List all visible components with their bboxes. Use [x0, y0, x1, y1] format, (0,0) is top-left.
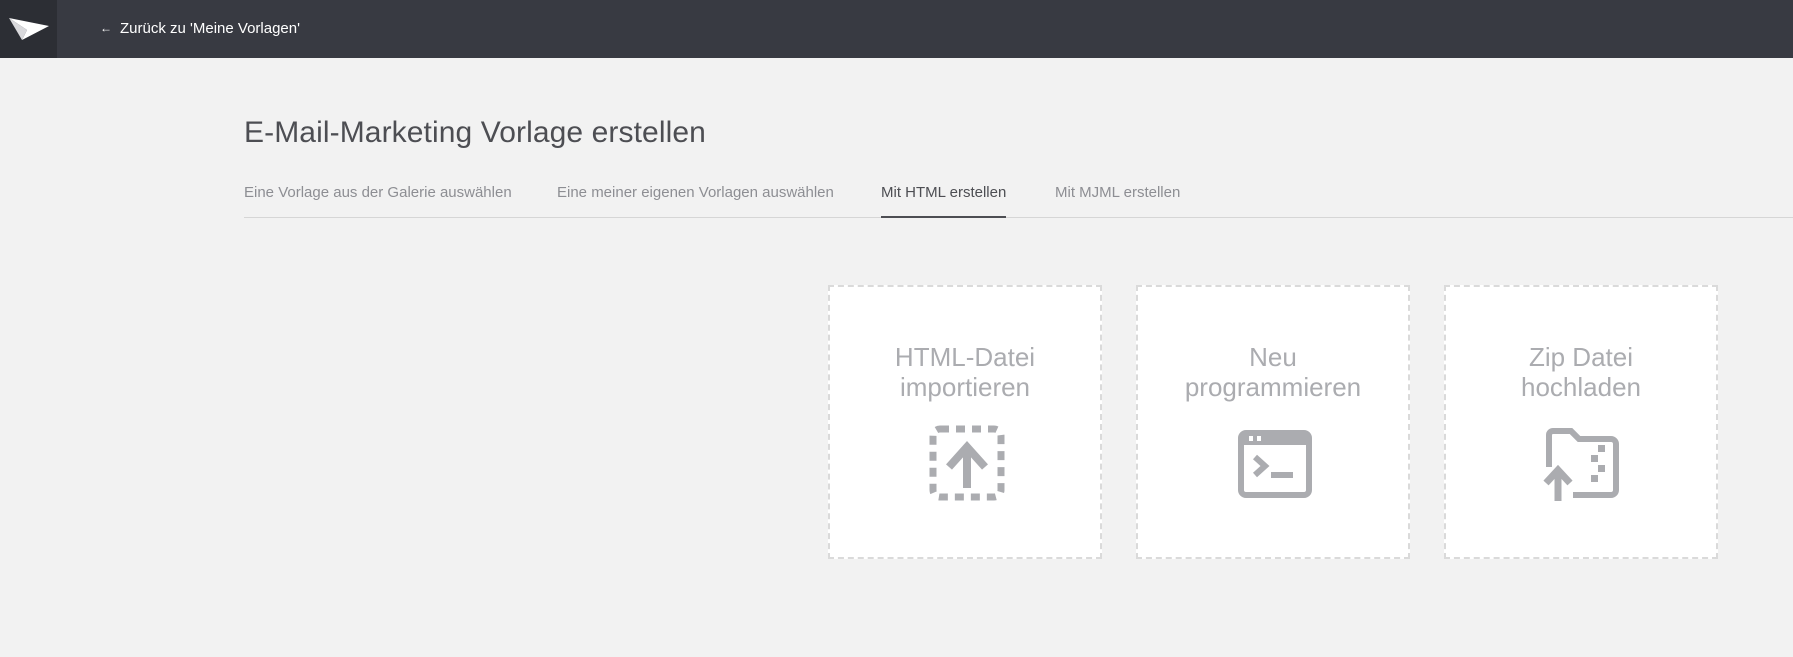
tab-bar: Eine Vorlage aus der Galerie auswählen E… — [244, 178, 1793, 218]
arrow-left-icon: ← — [100, 21, 112, 35]
back-link-label: Zurück zu 'Meine Vorlagen' — [120, 19, 300, 37]
tab-own-template[interactable]: Eine meiner eigenen Vorlagen auswählen — [557, 184, 834, 218]
tab-create-html[interactable]: Mit HTML erstellen — [881, 184, 1007, 218]
logo[interactable] — [0, 0, 57, 58]
top-bar: ← Zurück zu 'Meine Vorlagen' — [0, 0, 1793, 58]
page-title: E-Mail-Marketing Vorlage erstellen — [244, 116, 706, 149]
upload-zip-file-card[interactable]: Zip Datei hochladen — [1444, 285, 1718, 559]
card-label: HTML-Datei importieren — [894, 342, 1036, 402]
folder-zip-upload-icon — [1543, 428, 1619, 501]
card-label: Neu programmieren — [1184, 342, 1362, 402]
terminal-window-icon — [1238, 430, 1312, 498]
paper-plane-icon — [8, 18, 49, 40]
tab-create-mjml[interactable]: Mit MJML erstellen — [1055, 184, 1180, 218]
back-to-templates-link[interactable]: ← Zurück zu 'Meine Vorlagen' — [100, 17, 300, 39]
tab-gallery-template[interactable]: Eine Vorlage aus der Galerie auswählen — [244, 184, 512, 218]
import-html-file-card[interactable]: HTML-Datei importieren — [828, 285, 1102, 559]
card-label: Zip Datei hochladen — [1521, 342, 1641, 402]
upload-dashed-box-icon — [929, 425, 1005, 501]
new-code-card[interactable]: Neu programmieren — [1136, 285, 1410, 559]
